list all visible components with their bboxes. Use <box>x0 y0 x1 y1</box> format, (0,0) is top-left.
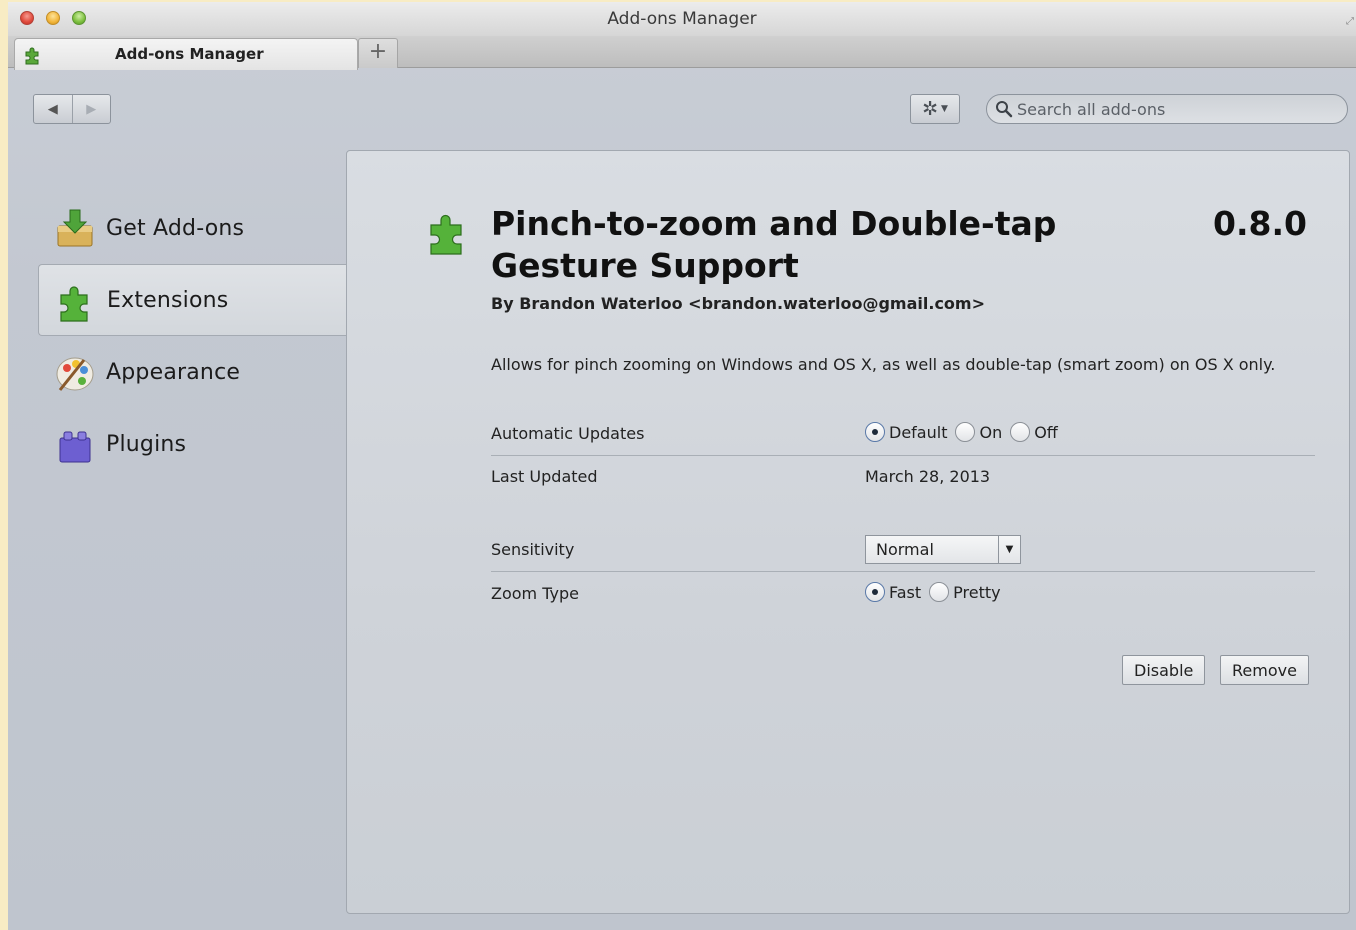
auto-update-on-radio[interactable]: On <box>955 422 1002 442</box>
automatic-updates-label: Automatic Updates <box>491 424 645 443</box>
sidebar-item-get-addons[interactable]: Get Add-ons <box>8 192 348 264</box>
extension-puzzle-icon <box>430 214 462 255</box>
sensitivity-select[interactable]: Normal ▼ <box>865 535 1021 564</box>
addon-version: 0.8.0 <box>1213 204 1307 243</box>
zoom-type-fast-radio[interactable]: Fast <box>865 582 921 602</box>
auto-update-off-radio[interactable]: Off <box>1010 422 1058 442</box>
zoom-type-options: Fast Pretty <box>865 582 1009 602</box>
zoom-type-row: Zoom Type Fast Pretty <box>491 572 1315 616</box>
search-input[interactable] <box>1017 99 1327 119</box>
addon-author[interactable]: By Brandon Waterloo <brandon.waterloo@gm… <box>491 294 985 313</box>
addon-name: Pinch-to-zoom and Double-tap Gesture Sup… <box>491 204 1057 285</box>
remove-button[interactable]: Remove <box>1220 655 1309 685</box>
radio-unchecked-icon <box>955 422 976 442</box>
addons-manager-window: Add-ons Manager ⤢ Add-ons Manager + ◀ ▶ … <box>8 2 1356 930</box>
plugins-icon <box>59 431 91 463</box>
radio-label: Pretty <box>953 582 1001 602</box>
category-sidebar: Get Add-ons Extensions Appearance Plugin… <box>8 192 348 480</box>
back-button[interactable]: ◀ <box>34 95 72 123</box>
sidebar-item-label: Plugins <box>106 431 187 457</box>
sidebar-item-label: Appearance <box>106 359 241 385</box>
radio-label: Off <box>1034 422 1058 442</box>
radio-label: Default <box>889 422 948 442</box>
extensions-icon <box>60 286 88 322</box>
sidebar-item-label: Get Add-ons <box>106 215 245 241</box>
tab-addons-manager[interactable]: Add-ons Manager <box>14 38 358 70</box>
sensitivity-control: Normal ▼ <box>865 535 1021 564</box>
history-navigation: ◀ ▶ <box>33 94 111 124</box>
search-box[interactable] <box>986 94 1348 124</box>
auto-update-default-radio[interactable]: Default <box>865 422 947 442</box>
sidebar-item-label: Extensions <box>107 287 229 313</box>
appearance-icon <box>56 357 94 391</box>
tab-strip: Add-ons Manager + <box>8 36 1356 70</box>
get-addons-icon <box>57 209 93 247</box>
radio-label: Fast <box>889 582 922 602</box>
search-icon <box>996 101 1013 118</box>
automatic-updates-options: Default On Off <box>865 422 1066 442</box>
radio-unchecked-icon <box>929 582 950 602</box>
sidebar-item-extensions[interactable]: Extensions <box>38 264 348 336</box>
radio-label: On <box>979 422 1003 442</box>
new-tab-button[interactable]: + <box>358 38 398 68</box>
title-bar: Add-ons Manager ⤢ <box>8 2 1356 36</box>
zoom-type-pretty-radio[interactable]: Pretty <box>929 582 1001 602</box>
radio-checked-icon <box>865 422 885 442</box>
sidebar-item-appearance[interactable]: Appearance <box>8 336 348 408</box>
zoom-type-label: Zoom Type <box>491 584 579 603</box>
sensitivity-value: Normal <box>876 540 934 559</box>
chevron-down-icon: ▼ <box>998 536 1020 563</box>
puzzle-piece-icon <box>25 47 39 65</box>
fullscreen-icon[interactable]: ⤢ <box>1346 16 1354 27</box>
forward-button[interactable]: ▶ <box>71 95 111 123</box>
tab-label: Add-ons Manager <box>115 45 264 63</box>
last-updated-label: Last Updated <box>491 467 598 486</box>
last-updated-row: Last Updated March 28, 2013 <box>491 455 1315 499</box>
sensitivity-label: Sensitivity <box>491 540 575 559</box>
tools-menu-button[interactable]: ✲ ▼ <box>910 94 960 124</box>
last-updated-value: March 28, 2013 <box>865 467 991 486</box>
automatic-updates-row: Automatic Updates Default On Off <box>491 412 1315 456</box>
sidebar-item-plugins[interactable]: Plugins <box>8 408 348 480</box>
sensitivity-row: Sensitivity Normal ▼ <box>491 528 1315 572</box>
radio-checked-icon <box>865 582 885 602</box>
radio-unchecked-icon <box>1010 422 1031 442</box>
chevron-down-icon: ▼ <box>941 104 948 114</box>
window-title: Add-ons Manager <box>607 9 757 29</box>
gear-icon: ✲ <box>922 98 938 120</box>
addon-detail-panel: Pinch-to-zoom and Double-tap Gesture Sup… <box>346 150 1350 914</box>
disable-button[interactable]: Disable <box>1122 655 1206 685</box>
addon-description: Allows for pinch zooming on Windows and … <box>491 355 1276 374</box>
